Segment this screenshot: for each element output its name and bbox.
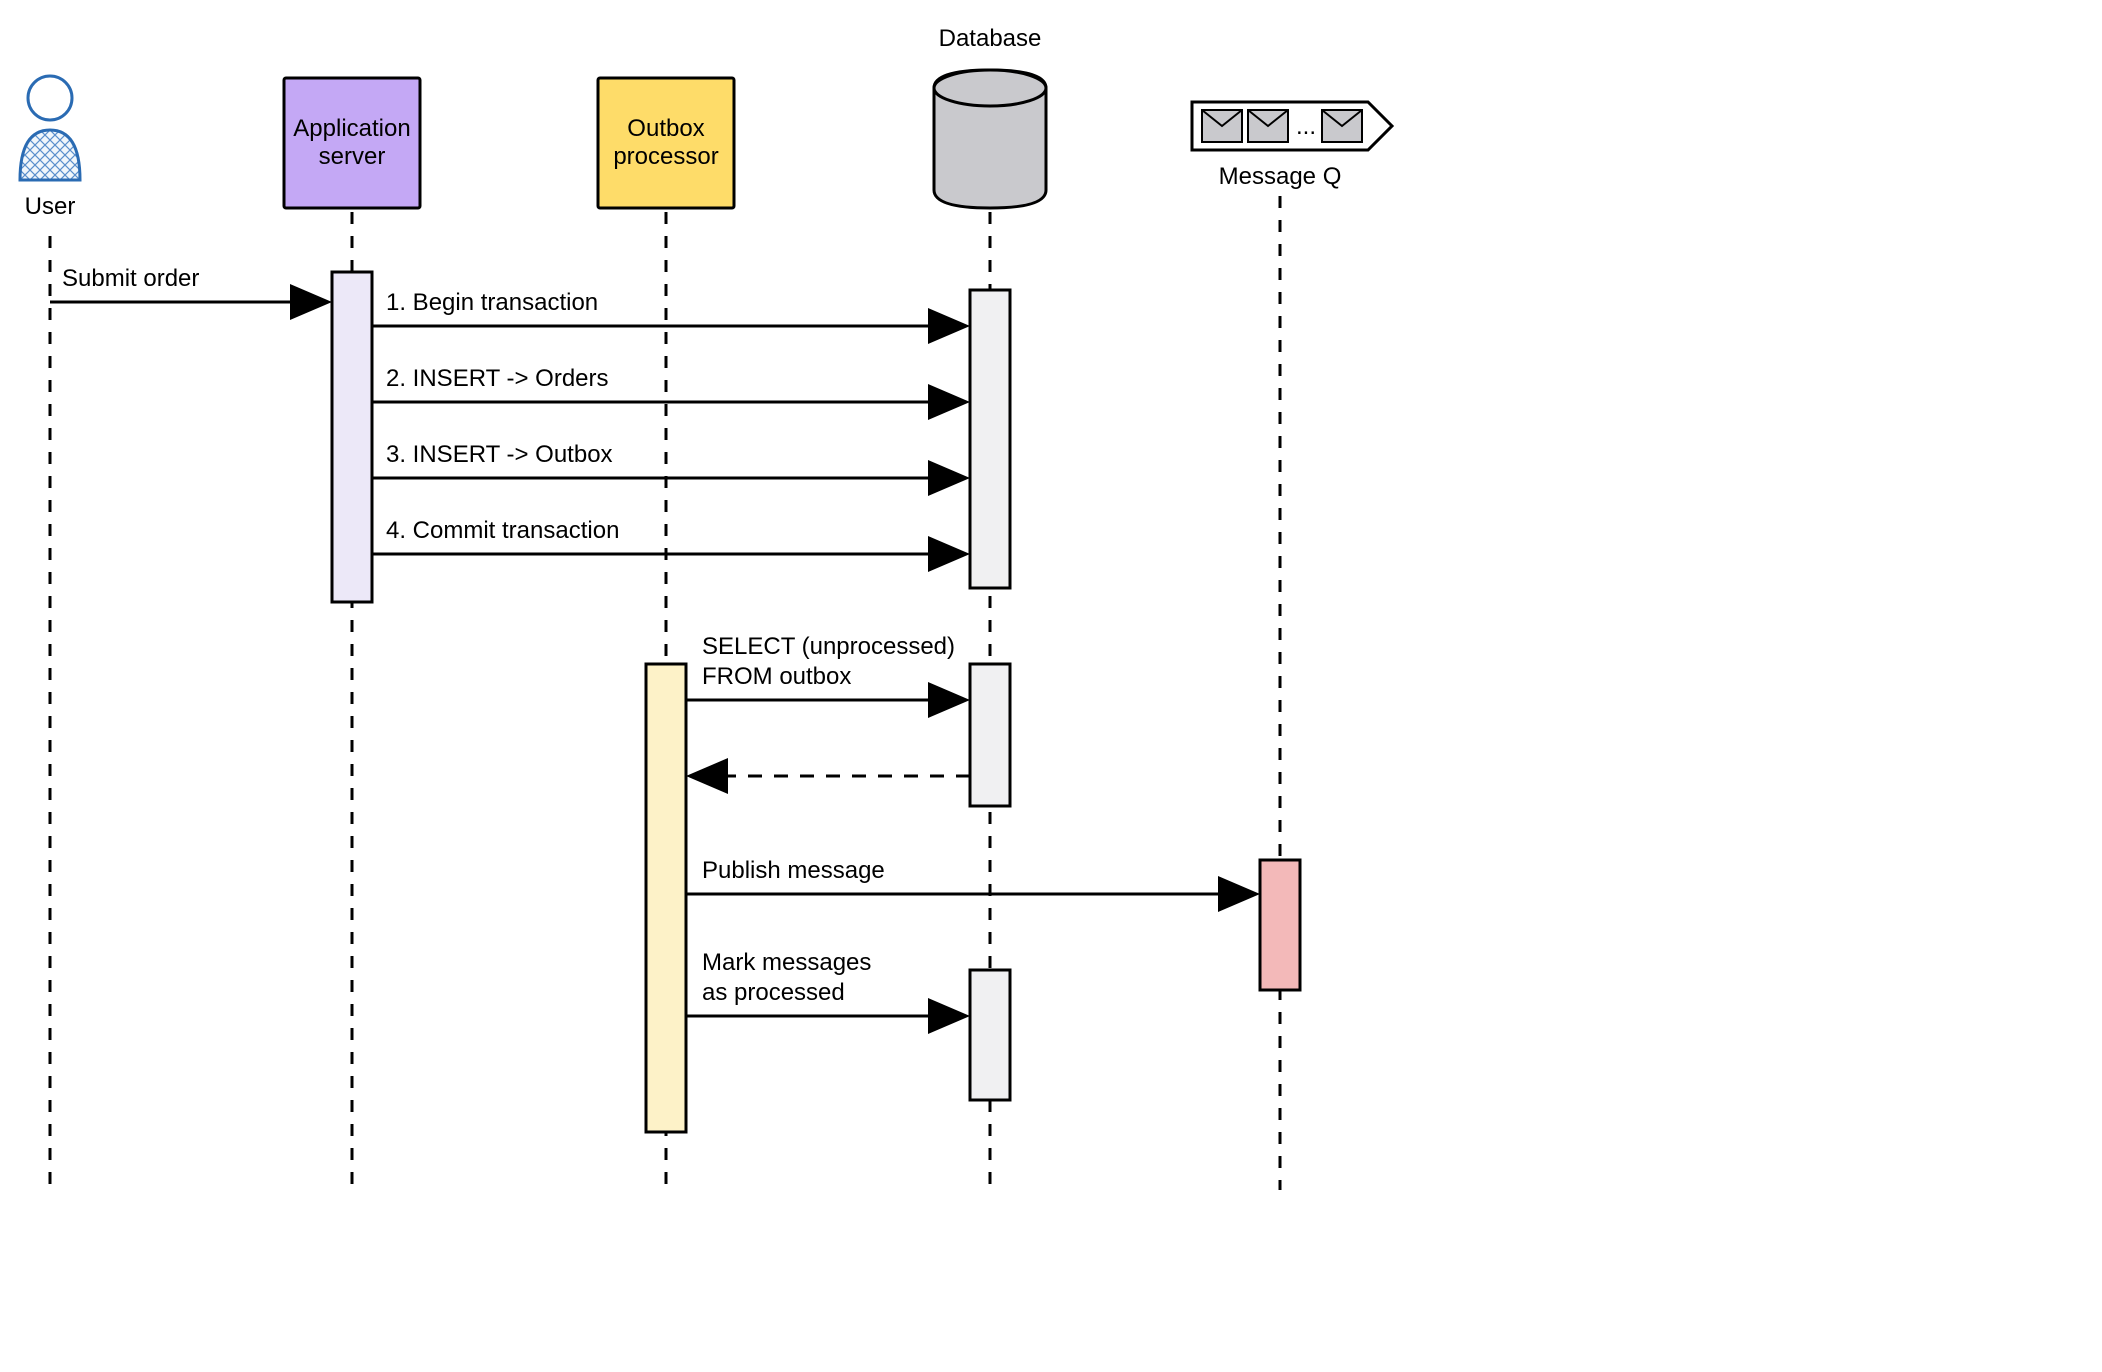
msg-mark-l2: as processed <box>702 979 845 1006</box>
msg-select-l1: SELECT (unprocessed) <box>702 633 955 660</box>
msg-submit-order: Submit order <box>50 265 326 302</box>
msg-commit-label: 4. Commit transaction <box>386 517 619 544</box>
msg-begin-transaction: 1. Begin transaction <box>372 289 964 326</box>
outbox-activation <box>646 664 686 1132</box>
app-server-label-l2: server <box>319 143 386 170</box>
outbox-label-l2: processor <box>613 143 718 170</box>
database-activation-2 <box>970 664 1010 806</box>
msg-mark-processed: Mark messages as processed <box>686 949 964 1016</box>
msg-insert-orders: 2. INSERT -> Orders <box>372 365 964 402</box>
msg-commit-transaction: 4. Commit transaction <box>372 517 964 554</box>
msg-publish-message: Publish message <box>686 857 1254 894</box>
participant-database: Database <box>934 25 1046 208</box>
outbox-label-l1: Outbox <box>627 115 704 142</box>
app-server-activation <box>332 272 372 602</box>
msg-mark-l1: Mark messages <box>702 949 871 976</box>
sequence-diagram: User Application server Outbox processor… <box>0 0 2102 1372</box>
participant-outbox-processor: Outbox processor <box>598 78 734 208</box>
participant-app-server: Application server <box>284 78 420 208</box>
msg-insert-outbox-label: 3. INSERT -> Outbox <box>386 441 613 468</box>
msg-insert-outbox: 3. INSERT -> Outbox <box>372 441 964 478</box>
user-label: User <box>25 193 76 220</box>
msg-publish-label: Publish message <box>702 857 885 884</box>
mq-activation <box>1260 860 1300 990</box>
database-icon <box>934 70 1046 208</box>
msg-insert-orders-label: 2. INSERT -> Orders <box>386 365 609 392</box>
mq-ellipsis: ... <box>1296 113 1316 140</box>
app-server-label-l1: Application <box>293 115 410 142</box>
mq-label: Message Q <box>1219 163 1342 190</box>
msg-begin-label: 1. Begin transaction <box>386 289 598 316</box>
msg-select-unprocessed: SELECT (unprocessed) FROM outbox <box>686 633 964 700</box>
message-queue-icon: ... <box>1192 102 1392 150</box>
participant-user: User <box>20 76 80 220</box>
database-activation-3 <box>970 970 1010 1100</box>
database-label: Database <box>939 25 1042 52</box>
participant-message-queue: ... Message Q <box>1192 102 1392 190</box>
msg-select-l2: FROM outbox <box>702 663 851 690</box>
msg-submit-order-label: Submit order <box>62 265 199 292</box>
database-activation-1 <box>970 290 1010 588</box>
